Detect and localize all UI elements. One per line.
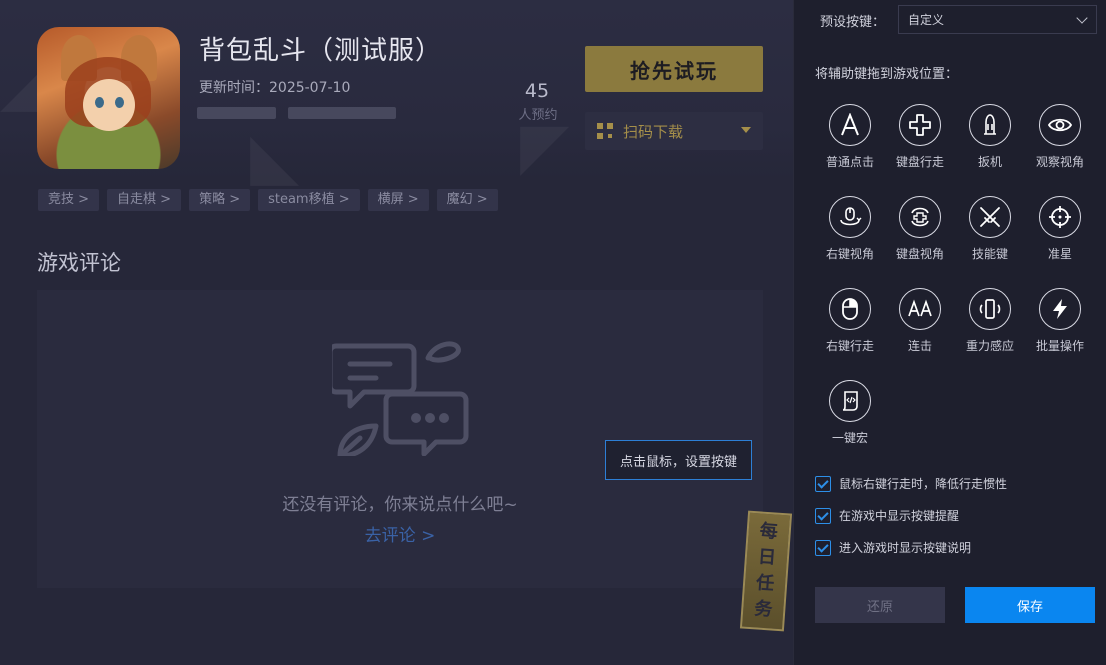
qr-download-label: 扫码下载 [623,122,684,141]
daily-task-char: 任 [755,572,775,595]
key-label: 右键视角 [825,247,874,261]
daily-task-char: 每 [759,520,779,543]
key-label: 观察视角 [1035,155,1084,169]
macro-script-icon [829,380,871,422]
key-keyboard-view[interactable]: 键盘视角 [885,196,955,262]
option-reduce-inertia[interactable]: 鼠标右键行走时，降低行走惯性 [815,475,1007,492]
eye-icon [1039,104,1081,146]
key-observe-view[interactable]: 观察视角 [1025,104,1095,170]
key-label: 普通点击 [825,155,874,169]
icon-art-eye [115,97,124,108]
key-label: 连击 [907,339,932,353]
option-label: 进入游戏时显示按键说明 [839,541,972,555]
empty-comments-illustration [332,341,469,456]
key-label: 键盘视角 [895,247,944,261]
double-a-icon [899,288,941,330]
blurred-info [197,107,276,119]
update-date: 2025-07-10 [269,80,351,96]
tag-item[interactable]: 策略 > [189,189,251,211]
key-label: 扳机 [977,155,1002,169]
lightning-icon [1039,288,1081,330]
game-icon[interactable] [37,27,180,169]
key-label: 准星 [1047,247,1072,261]
caret-down-icon[interactable] [741,127,751,133]
daily-task-char: 日 [757,546,777,569]
key-label: 键盘行走 [895,155,944,169]
tag-item[interactable]: steam移植 > [258,189,360,211]
key-right-click-view[interactable]: 右键视角 [815,196,885,262]
mouse-icon [829,288,871,330]
keyboard-orbit-icon [899,196,941,238]
set-key-tooltip: 点击鼠标，设置按键 [605,440,752,480]
key-right-click-walk[interactable]: 右键行走 [815,288,885,354]
key-combo[interactable]: 连击 [885,288,955,354]
early-play-button[interactable]: 抢先试玩 [585,46,763,92]
tag-item[interactable]: 竞技 > [38,189,100,211]
dpad-icon [899,104,941,146]
key-label: 技能键 [971,247,1008,261]
key-normal-click[interactable]: 普通点击 [815,104,885,170]
tag-item[interactable]: 魔幻 > [436,189,498,211]
daily-task-char: 务 [753,598,774,621]
tag-item[interactable]: 横屏 > [367,189,429,211]
key-crosshair[interactable]: 准星 [1025,196,1095,262]
comments-box: 还没有评论，你来说点什么吧~ 去评论 > [37,290,763,588]
game-detail-page: ◢ ◣ ◤ 背包乱斗（测试服） 更新时间：2025-07-10 45 人预约 抢… [0,0,793,665]
crosshair-icon [1039,196,1081,238]
save-button[interactable]: 保存 [965,587,1095,623]
drag-hint: 将辅助键拖到游戏位置： [815,67,959,82]
key-batch-operation[interactable]: 批量操作 [1025,288,1095,354]
key-mapping-panel: 预设按键： 自定义 将辅助键拖到游戏位置： 普通点击 键盘行走 扳机 观察视角 … [793,0,1106,665]
key-skill[interactable]: 技能键 [955,196,1025,262]
preset-select[interactable]: 自定义 [898,5,1097,34]
trigger-icon [969,104,1011,146]
empty-comments-text: 还没有评论，你来说点什么吧~ [282,495,518,515]
qr-download-button[interactable]: 扫码下载 [585,112,763,150]
option-show-key-guide[interactable]: 进入游戏时显示按键说明 [815,539,971,556]
icon-art-face [83,79,135,131]
preset-select-value: 自定义 [908,13,945,27]
reserve-label: 人预约 [518,108,558,123]
reset-button[interactable]: 还原 [815,587,945,623]
key-trigger[interactable]: 扳机 [955,104,1025,170]
key-keyboard-walk[interactable]: 键盘行走 [885,104,955,170]
tag-list: 竞技 > 自走棋 > 策略 > steam移植 > 横屏 > 魔幻 > [38,189,498,211]
key-label: 一键宏 [831,431,868,445]
checkbox-checked[interactable] [815,507,831,524]
key-label: 批量操作 [1035,339,1084,353]
go-comment-link[interactable]: 去评论 > [37,521,763,546]
qr-code-icon [597,123,613,139]
comments-section-title: 游戏评论 [37,251,121,275]
checkbox-checked[interactable] [815,475,831,492]
game-title: 背包乱斗（测试服） [199,36,443,66]
icon-art-eye [95,97,104,108]
chevron-down-icon [1076,12,1088,24]
blurred-info [288,107,396,119]
option-label: 鼠标右键行走时，降低行走惯性 [839,477,1008,491]
key-gravity-sensor[interactable]: 重力感应 [955,288,1025,354]
option-show-key-hints[interactable]: 在游戏中显示按键提醒 [815,507,959,524]
key-label: 右键行走 [825,339,874,353]
crossed-swords-icon [969,196,1011,238]
tag-item[interactable]: 自走棋 > [107,189,182,211]
reserve-count: 45 [524,80,550,102]
banner-decoration: ◣ [250,120,300,194]
letter-a-icon [829,104,871,146]
daily-task-badge[interactable]: 每 日 任 务 [739,510,793,632]
update-label: 更新时间： [199,80,269,96]
option-label: 在游戏中显示按键提醒 [839,509,960,523]
update-time: 更新时间：2025-07-10 [199,77,350,97]
checkbox-checked[interactable] [815,539,831,556]
key-label: 重力感应 [965,339,1014,353]
preset-label: 预设按键： [820,15,886,30]
mouse-orbit-icon [829,196,871,238]
key-macro[interactable]: 一键宏 [815,380,885,446]
phone-tilt-icon [969,288,1011,330]
